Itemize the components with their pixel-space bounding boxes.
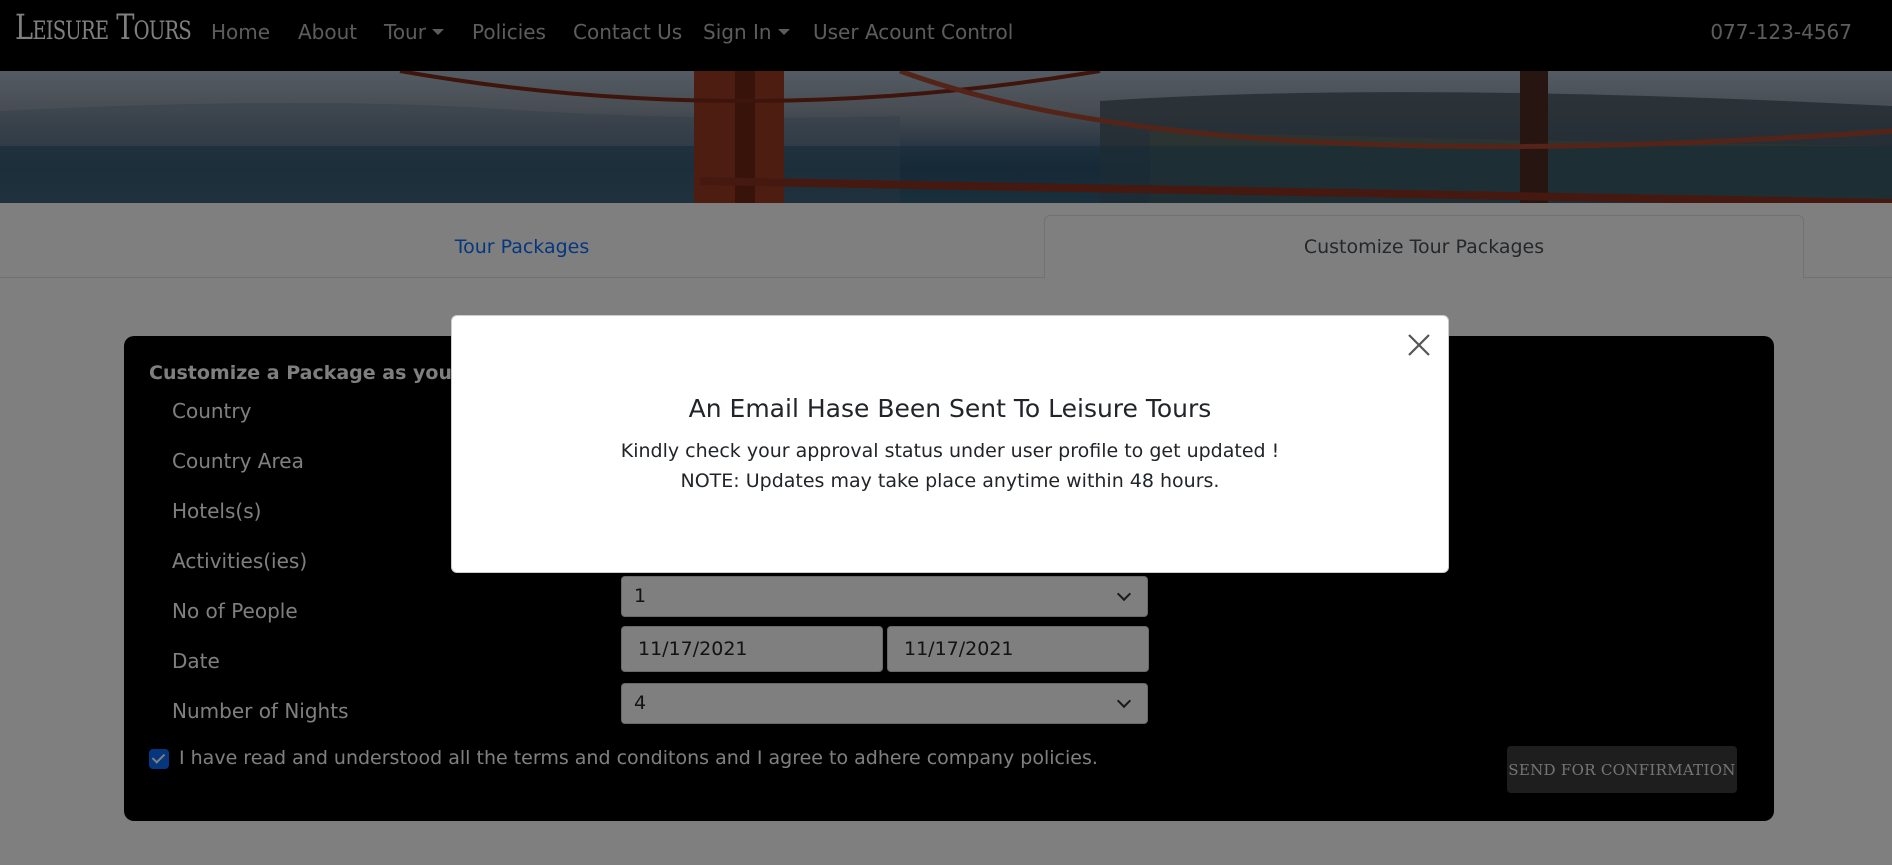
email-sent-modal: An Email Hase Been Sent To Leisure Tours… [451, 315, 1449, 573]
modal-title: An Email Hase Been Sent To Leisure Tours [688, 394, 1212, 423]
modal-note: NOTE: Updates may take place anytime wit… [680, 470, 1220, 492]
modal-message: Kindly check your approval status under … [620, 440, 1280, 462]
close-icon[interactable] [1406, 332, 1432, 358]
